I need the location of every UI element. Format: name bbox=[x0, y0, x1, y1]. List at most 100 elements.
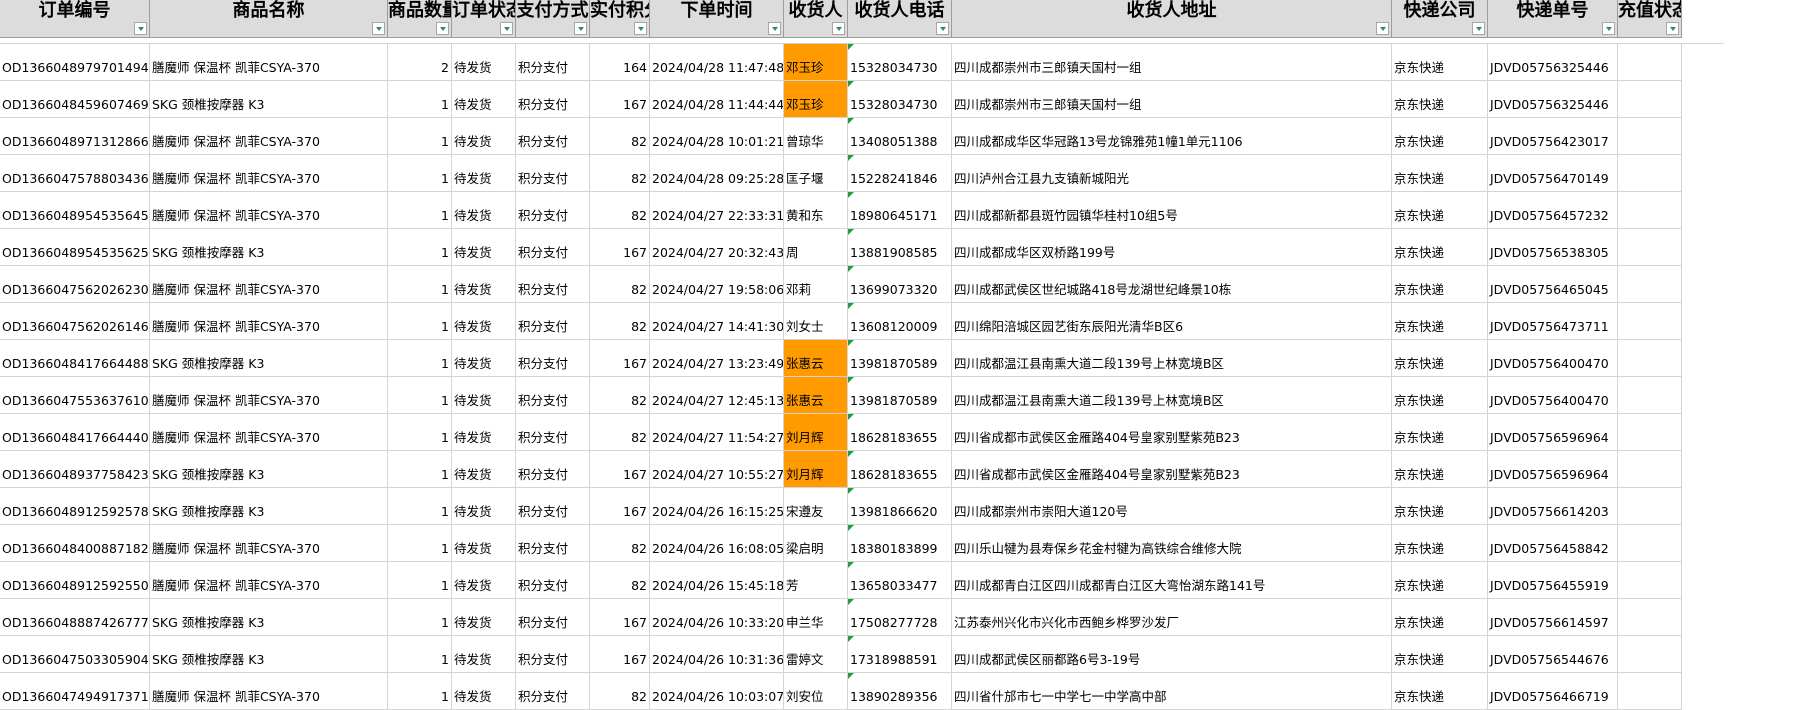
cell-receiver-address[interactable]: 四川泸州合江县九支镇新城阳光 bbox=[952, 155, 1392, 191]
cell-recharge-status[interactable] bbox=[1618, 303, 1682, 339]
cell-courier[interactable]: 京东快递 bbox=[1392, 192, 1488, 228]
cell-quantity[interactable]: 1 bbox=[388, 599, 452, 635]
cell-product-name[interactable]: 膳魔师 保温杯 凯菲CSYA-370 bbox=[150, 266, 388, 302]
cell-order-id[interactable]: OD1366047503305904 bbox=[0, 636, 150, 672]
cell-recharge-status[interactable] bbox=[1618, 266, 1682, 302]
cell-order-time[interactable]: 2024/04/27 11:54:27 bbox=[650, 414, 784, 450]
cell-order-time[interactable]: 2024/04/28 09:25:28 bbox=[650, 155, 784, 191]
cell-quantity[interactable]: 1 bbox=[388, 414, 452, 450]
cell-product-name[interactable]: 膳魔师 保温杯 凯菲CSYA-370 bbox=[150, 525, 388, 561]
cell-order-id[interactable]: OD1366047562026230 bbox=[0, 266, 150, 302]
cell-receiver[interactable]: 张惠云 bbox=[784, 377, 848, 413]
column-header-courier[interactable]: 快递公司 bbox=[1392, 0, 1488, 37]
column-header-receiver-address[interactable]: 收货人地址 bbox=[952, 0, 1392, 37]
cell-courier[interactable]: 京东快递 bbox=[1392, 562, 1488, 598]
cell-tracking-number[interactable]: JDVD05756400470 bbox=[1488, 340, 1618, 376]
filter-dropdown-icon[interactable] bbox=[634, 22, 647, 35]
cell-receiver-address[interactable]: 四川成都新都县斑竹园镇华桂村10组5号 bbox=[952, 192, 1392, 228]
cell-order-time[interactable]: 2024/04/27 13:23:49 bbox=[650, 340, 784, 376]
cell-receiver-address[interactable]: 江苏泰州兴化市兴化市西鲍乡桦罗沙发厂 bbox=[952, 599, 1392, 635]
cell-quantity[interactable]: 1 bbox=[388, 340, 452, 376]
cell-order-status[interactable]: 待发货 bbox=[452, 562, 516, 598]
cell-recharge-status[interactable] bbox=[1618, 81, 1682, 117]
cell-recharge-status[interactable] bbox=[1618, 562, 1682, 598]
cell-order-id[interactable]: OD1366047562026146 bbox=[0, 303, 150, 339]
cell-order-status[interactable]: 待发货 bbox=[452, 81, 516, 117]
cell-tracking-number[interactable]: JDVD05756596964 bbox=[1488, 414, 1618, 450]
cell-receiver-phone[interactable]: 13981866620 bbox=[848, 488, 952, 524]
cell-order-status[interactable]: 待发货 bbox=[452, 155, 516, 191]
filter-dropdown-icon[interactable] bbox=[936, 22, 949, 35]
cell-points-paid[interactable]: 82 bbox=[590, 118, 650, 154]
cell-receiver-phone[interactable]: 15328034730 bbox=[848, 44, 952, 80]
cell-order-status[interactable]: 待发货 bbox=[452, 414, 516, 450]
cell-order-time[interactable]: 2024/04/26 16:15:25 bbox=[650, 488, 784, 524]
cell-tracking-number[interactable]: JDVD05756400470 bbox=[1488, 377, 1618, 413]
cell-order-status[interactable]: 待发货 bbox=[452, 118, 516, 154]
cell-receiver-phone[interactable]: 18380183899 bbox=[848, 525, 952, 561]
cell-receiver[interactable]: 周 bbox=[784, 229, 848, 265]
cell-points-paid[interactable]: 82 bbox=[590, 192, 650, 228]
cell-payment-method[interactable]: 积分支付 bbox=[516, 525, 590, 561]
cell-courier[interactable]: 京东快递 bbox=[1392, 414, 1488, 450]
cell-quantity[interactable]: 1 bbox=[388, 636, 452, 672]
filter-dropdown-icon[interactable] bbox=[1602, 22, 1615, 35]
cell-order-id[interactable]: OD1366048912592550 bbox=[0, 562, 150, 598]
cell-payment-method[interactable]: 积分支付 bbox=[516, 266, 590, 302]
column-header-order-id[interactable]: 订单编号 bbox=[0, 0, 150, 37]
cell-order-status[interactable]: 待发货 bbox=[452, 229, 516, 265]
cell-tracking-number[interactable]: JDVD05756423017 bbox=[1488, 118, 1618, 154]
cell-order-time[interactable]: 2024/04/26 10:31:36 bbox=[650, 636, 784, 672]
cell-receiver[interactable]: 邓玉珍 bbox=[784, 44, 848, 80]
cell-quantity[interactable]: 1 bbox=[388, 118, 452, 154]
cell-tracking-number[interactable]: JDVD05756470149 bbox=[1488, 155, 1618, 191]
cell-receiver[interactable]: 雷婷文 bbox=[784, 636, 848, 672]
column-header-recharge-status[interactable]: 充值状态 bbox=[1618, 0, 1682, 37]
cell-quantity[interactable]: 1 bbox=[388, 81, 452, 117]
cell-receiver-phone[interactable]: 15228241846 bbox=[848, 155, 952, 191]
cell-order-time[interactable]: 2024/04/27 19:58:06 bbox=[650, 266, 784, 302]
cell-payment-method[interactable]: 积分支付 bbox=[516, 599, 590, 635]
cell-receiver-address[interactable]: 四川成都武侯区世纪城路418号龙湖世纪峰景10栋 bbox=[952, 266, 1392, 302]
cell-receiver-address[interactable]: 四川绵阳涪城区园艺街东辰阳光清华B区6 bbox=[952, 303, 1392, 339]
cell-courier[interactable]: 京东快递 bbox=[1392, 229, 1488, 265]
filter-dropdown-icon[interactable] bbox=[768, 22, 781, 35]
filter-dropdown-icon[interactable] bbox=[574, 22, 587, 35]
cell-courier[interactable]: 京东快递 bbox=[1392, 451, 1488, 487]
cell-points-paid[interactable]: 82 bbox=[590, 525, 650, 561]
cell-payment-method[interactable]: 积分支付 bbox=[516, 118, 590, 154]
cell-points-paid[interactable]: 82 bbox=[590, 377, 650, 413]
cell-order-time[interactable]: 2024/04/27 12:45:13 bbox=[650, 377, 784, 413]
cell-quantity[interactable]: 1 bbox=[388, 192, 452, 228]
cell-product-name[interactable]: 膳魔师 保温杯 凯菲CSYA-370 bbox=[150, 118, 388, 154]
cell-product-name[interactable]: 膳魔师 保温杯 凯菲CSYA-370 bbox=[150, 377, 388, 413]
cell-recharge-status[interactable] bbox=[1618, 340, 1682, 376]
cell-receiver[interactable]: 张惠云 bbox=[784, 340, 848, 376]
cell-payment-method[interactable]: 积分支付 bbox=[516, 562, 590, 598]
cell-receiver[interactable]: 邓莉 bbox=[784, 266, 848, 302]
cell-recharge-status[interactable] bbox=[1618, 377, 1682, 413]
cell-order-time[interactable]: 2024/04/28 10:01:21 bbox=[650, 118, 784, 154]
cell-points-paid[interactable]: 82 bbox=[590, 562, 650, 598]
cell-order-status[interactable]: 待发货 bbox=[452, 340, 516, 376]
cell-receiver-phone[interactable]: 13608120009 bbox=[848, 303, 952, 339]
filter-dropdown-icon[interactable] bbox=[134, 22, 147, 35]
cell-receiver-phone[interactable]: 13699073320 bbox=[848, 266, 952, 302]
cell-receiver[interactable]: 梁启明 bbox=[784, 525, 848, 561]
cell-receiver[interactable]: 宋遵友 bbox=[784, 488, 848, 524]
cell-tracking-number[interactable]: JDVD05756457232 bbox=[1488, 192, 1618, 228]
filter-dropdown-icon[interactable] bbox=[436, 22, 449, 35]
cell-order-id[interactable]: OD1366048417664488 bbox=[0, 340, 150, 376]
cell-quantity[interactable]: 1 bbox=[388, 451, 452, 487]
cell-order-id[interactable]: OD1366047578803436 bbox=[0, 155, 150, 191]
cell-payment-method[interactable]: 积分支付 bbox=[516, 636, 590, 672]
column-header-order-status[interactable]: 订单状态 bbox=[452, 0, 516, 37]
cell-courier[interactable]: 京东快递 bbox=[1392, 525, 1488, 561]
filter-dropdown-icon[interactable] bbox=[1666, 22, 1679, 35]
cell-recharge-status[interactable] bbox=[1618, 118, 1682, 154]
cell-quantity[interactable]: 1 bbox=[388, 303, 452, 339]
cell-points-paid[interactable]: 167 bbox=[590, 229, 650, 265]
cell-receiver-address[interactable]: 四川成都青白江区四川成都青白江区大弯怡湖东路141号 bbox=[952, 562, 1392, 598]
cell-order-id[interactable]: OD1366048954535645 bbox=[0, 192, 150, 228]
cell-tracking-number[interactable]: JDVD05756614597 bbox=[1488, 599, 1618, 635]
